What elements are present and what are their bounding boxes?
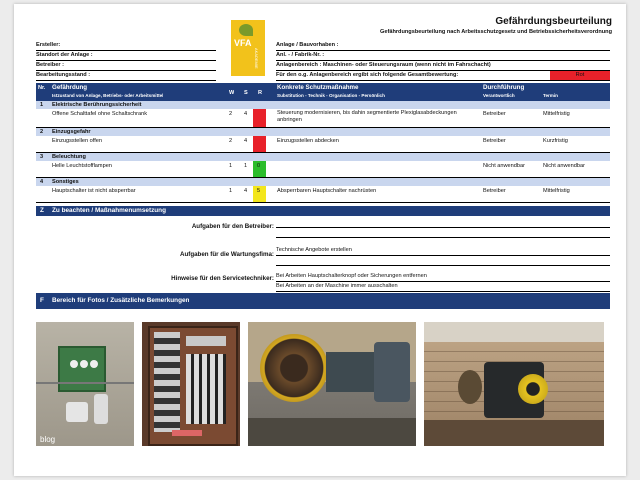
field-anlage: Anlage / Bauvorhaben : [276, 41, 610, 51]
col-deadline: Termin [543, 93, 558, 98]
col-w: W [229, 90, 235, 96]
field-betreiber: Betreiber : [36, 61, 216, 71]
photo-caption: blog [40, 436, 56, 444]
field-standort: Standort der Anlage : [36, 51, 216, 61]
hazard-section-2: 2 Einzugsgefahr Einzugsstellen offen 2 4… [36, 128, 610, 153]
left-fields: Ersteller: Standort der Anlage : Betreib… [36, 41, 216, 81]
section-title-row: 3 Beleuchtung [36, 153, 610, 161]
field-fabrik-nr: Anl. - / Fabrik-Nr. : [276, 51, 610, 61]
section-title-row: 2 Einzugsgefahr [36, 128, 610, 136]
col-execution: Durchführung [483, 84, 525, 91]
table-row: Offene Schalttafel ohne Schaltschrank 2 … [36, 109, 610, 128]
risk-indicator-green: 0 [253, 161, 266, 177]
section-title-row: 4 Sonstiges [36, 178, 610, 186]
photo-switch-box: blog [36, 322, 134, 446]
table-header: Nr. Gefährdung Istzustand von Anlage, Be… [36, 83, 610, 101]
page-subtitle: Gefährdungsbeurteilung nach Arbeitsschut… [380, 29, 612, 35]
risk-indicator-red [253, 109, 266, 127]
logo-leaf-icon [239, 24, 253, 36]
field-ersteller: Ersteller: [36, 41, 216, 51]
field-bearbeitungsstand: Bearbeitungsstand : [36, 71, 216, 81]
col-s: S [244, 90, 248, 96]
hazard-section-3: 3 Beleuchtung Helle Leuchtstofflampen 1 … [36, 153, 610, 178]
f-section-header: F Bereich für Fotos / Zusätzliche Bemerk… [36, 293, 610, 309]
col-r: R [258, 90, 263, 96]
photo-machine-room [424, 322, 604, 446]
vfa-logo: VFA AKADEMIE [231, 20, 265, 76]
logo-text: VFA [234, 38, 252, 48]
col-hazard-sub: Istzustand von Anlage, Betriebs- oder Ar… [52, 93, 164, 98]
section-title-row: 1 Elektrische Berührungssicherheit [36, 101, 610, 109]
z-section-header: Z Zu beachten / Maßnahmenumsetzung [36, 206, 610, 216]
right-fields: Anlage / Bauvorhaben : Anl. - / Fabrik-N… [276, 41, 610, 81]
hazard-section-1: 1 Elektrische Berührungssicherheit Offen… [36, 101, 610, 128]
machine-wheel [260, 334, 328, 402]
z-row-servicetechniker: Hinweise für den Servicetechniker: Bei A… [36, 272, 610, 292]
page-title: Gefährdungsbeurteilung [495, 16, 612, 27]
document-page: VFA AKADEMIE Gefährdungsbeurteilung Gefä… [14, 4, 626, 476]
photo-machine [248, 322, 416, 446]
table-row: Einzugsstellen offen 2 4 Einzugsstellen … [36, 136, 610, 153]
photo-switch-panel [142, 322, 240, 446]
switch-box [58, 346, 106, 392]
z-row-wartungsfirma: Aufgaben für die Wartungsfima: Technisch… [36, 246, 610, 266]
field-anlagenbereich: Anlagenbereich : Maschinen- oder Steueru… [276, 61, 610, 71]
machine-gear [518, 374, 548, 404]
col-measure: Konkrete Schutzmaßnahme [277, 84, 359, 91]
overall-rating-badge: Rot [550, 71, 610, 80]
col-measure-sub: Substitution - Technik - Organisation - … [277, 93, 385, 98]
col-hazard: Gefährdung [52, 84, 88, 91]
table-row: Helle Leuchtstofflampen 1 1 0 Nicht anwe… [36, 161, 610, 178]
wall-outlet [66, 402, 88, 422]
field-gesamtbewertung: Für den o.g. Anlagenbereich ergibt sich … [276, 71, 610, 81]
logo-subtext: AKADEMIE [254, 48, 259, 69]
hazard-section-4: 4 Sonstiges Hauptschalter ist nicht absp… [36, 178, 610, 203]
risk-indicator-red [253, 136, 266, 152]
col-responsible: Verantwortlich [483, 93, 515, 98]
col-nr: Nr. [38, 85, 46, 91]
z-row-betreiber: Aufgaben für den Betreiber: [36, 218, 610, 238]
risk-indicator-yellow: 5 [253, 186, 266, 202]
table-row: Hauptschalter ist nicht absperrbar 1 4 5… [36, 186, 610, 203]
